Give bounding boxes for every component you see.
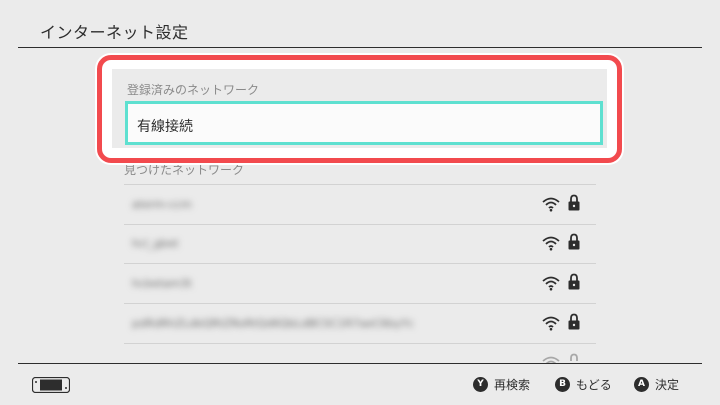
registered-networks-panel: 登録済みのネットワーク 有線接続 <box>112 69 607 148</box>
network-row[interactable]: pdRdRhZLdbQRtZRoRtQd6QbLdBCSC1R7aeC6byYc <box>124 304 596 344</box>
lock-icon <box>568 273 580 290</box>
y-button-icon: Y <box>473 376 488 392</box>
wifi-icon <box>542 356 560 363</box>
lock-icon <box>568 233 580 250</box>
lock-icon <box>568 194 580 211</box>
b-button-icon: B <box>555 376 570 392</box>
network-name: aterm-ccm <box>132 198 192 211</box>
page-header: インターネット設定 <box>0 0 720 48</box>
confirm-hint[interactable]: A 決定 <box>634 376 679 392</box>
lock-icon <box>568 313 580 330</box>
network-row[interactable] <box>124 344 596 363</box>
back-hint[interactable]: B もどる <box>555 376 612 392</box>
footer-divider <box>18 363 702 364</box>
console-icon <box>32 377 70 393</box>
network-name: hcbetam3t <box>132 277 192 290</box>
confirm-label: 決定 <box>655 377 680 392</box>
network-row[interactable]: aterm-ccm <box>124 184 596 225</box>
wifi-icon <box>542 276 560 291</box>
research-label: 再検索 <box>494 377 531 392</box>
registered-networks-highlight: 登録済みのネットワーク 有線接続 <box>97 55 622 163</box>
found-networks-label: 見つけたネットワーク <box>124 163 245 177</box>
network-name: pdRdRhZLdbQRtZRoRtQd6QbLdBCSC1R7aeC6byYc <box>132 317 414 330</box>
network-name: hcl_gbet <box>132 237 179 250</box>
wifi-icon <box>542 316 560 331</box>
back-label: もどる <box>576 377 612 392</box>
research-hint[interactable]: Y 再検索 <box>473 376 530 392</box>
footer-bar: Y 再検索 B もどる A 決定 <box>0 363 720 405</box>
network-row[interactable]: hcbetam3t <box>124 264 596 304</box>
wired-connection-label: 有線接続 <box>137 119 193 135</box>
registered-networks-label: 登録済みのネットワーク <box>127 83 260 97</box>
page-title: インターネット設定 <box>40 23 189 42</box>
lock-icon <box>570 353 578 361</box>
wired-connection-item[interactable]: 有線接続 <box>125 101 603 145</box>
network-row[interactable]: hcl_gbet <box>124 224 596 264</box>
a-button-icon: A <box>634 376 649 392</box>
wifi-icon <box>542 236 560 251</box>
wifi-icon <box>542 197 560 212</box>
